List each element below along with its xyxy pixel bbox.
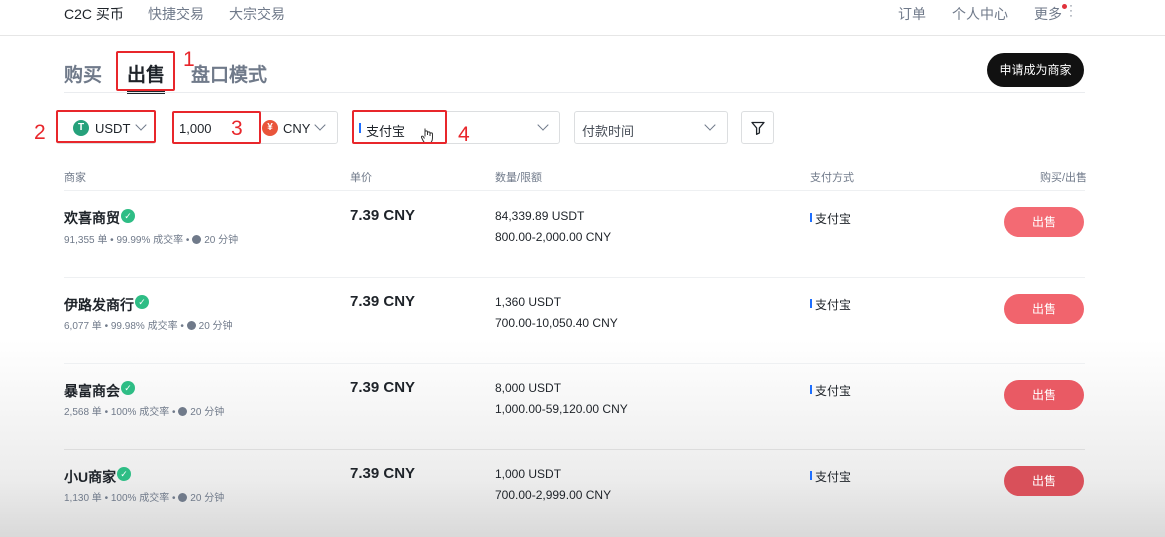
tab-buy[interactable]: 购买 — [64, 60, 102, 87]
verified-badge-icon: ✓ — [121, 381, 135, 395]
header-quantity-limit: 数量/限额 — [495, 172, 543, 184]
unit-price: 7.39 CNY — [350, 207, 416, 224]
clock-icon — [178, 407, 188, 416]
available-quantity: 84,339.89 USDT — [495, 209, 585, 223]
header-action: 购买/出售 — [1040, 172, 1088, 184]
order-limit: 800.00-2,000.00 CNY — [495, 230, 612, 244]
cny-icon: ¥ — [262, 120, 278, 136]
annotation-box-2 — [56, 110, 156, 143]
annotation-number-4: 4 — [458, 123, 470, 146]
annotation-number-1: 1 — [183, 48, 195, 71]
nav-block-trade[interactable]: 大宗交易 — [229, 4, 285, 24]
row-divider — [64, 449, 1085, 450]
verified-badge-icon: ✓ — [117, 467, 131, 481]
nav-orders[interactable]: 订单 — [898, 4, 926, 24]
currency-select-value[interactable]: CNY — [283, 121, 310, 136]
payment-method: 支付宝 — [815, 470, 852, 484]
alipay-mark-icon — [810, 299, 812, 308]
nav-c2c-buy[interactable]: C2C 买币 — [64, 4, 124, 24]
header-price: 单价 — [350, 172, 372, 184]
alipay-mark-icon — [810, 213, 812, 222]
sell-button[interactable]: 出售 — [1004, 294, 1084, 324]
kebab-icon[interactable]: · · · — [1069, 0, 1073, 21]
payment-method: 支付宝 — [815, 298, 852, 312]
merchant-name[interactable]: 伊路发商行 — [64, 295, 134, 315]
merchant-name[interactable]: 暴富商会 — [64, 381, 120, 401]
tab-orderbook-mode[interactable]: 盘口模式 — [191, 60, 267, 87]
header-merchant: 商家 — [64, 172, 86, 184]
nav-quick-trade[interactable]: 快捷交易 — [148, 4, 204, 24]
row-divider — [64, 363, 1085, 364]
chevron-down-icon[interactable] — [314, 119, 326, 131]
unit-price: 7.39 CNY — [350, 379, 416, 396]
annotation-number-2: 2 — [34, 121, 46, 144]
tabs-divider — [64, 92, 1085, 93]
annotation-box-3 — [172, 111, 261, 144]
merchant-stats: 6,077 单 • 99.98% 成交率 • 20 分钟 — [64, 321, 233, 332]
alipay-mark-icon — [810, 471, 812, 480]
unit-price: 7.39 CNY — [350, 293, 416, 310]
header-payment: 支付方式 — [810, 172, 854, 184]
verified-badge-icon: ✓ — [121, 209, 135, 223]
clock-icon — [192, 235, 202, 244]
nav-more[interactable]: 更多 — [1034, 4, 1062, 24]
available-quantity: 1,360 USDT — [495, 295, 562, 309]
top-nav: C2C 买币 快捷交易 大宗交易 订单 个人中心 更多 · · · — [0, 0, 1165, 36]
available-quantity: 8,000 USDT — [495, 381, 562, 395]
merchant-name[interactable]: 欢喜商贸 — [64, 208, 120, 228]
order-limit: 700.00-10,050.40 CNY — [495, 316, 618, 330]
header-divider — [64, 190, 1085, 191]
filter-funnel-icon — [751, 121, 765, 135]
payment-time-placeholder: 付款时间 — [582, 124, 635, 139]
payment-method: 支付宝 — [815, 384, 852, 398]
row-divider — [64, 277, 1085, 278]
merchant-name[interactable]: 小U商家 — [64, 467, 116, 487]
annotation-box-1 — [116, 51, 175, 91]
payment-method: 支付宝 — [815, 212, 852, 226]
clock-icon — [186, 321, 196, 330]
verified-badge-icon: ✓ — [135, 295, 149, 309]
order-limit: 1,000.00-59,120.00 CNY — [495, 402, 628, 416]
chevron-down-icon — [537, 119, 549, 131]
unit-price: 7.39 CNY — [350, 465, 416, 482]
alipay-mark-icon — [810, 385, 812, 394]
annotation-number-3: 3 — [231, 117, 243, 140]
payment-time-select[interactable]: 付款时间 — [574, 111, 728, 144]
sell-button[interactable]: 出售 — [1004, 207, 1084, 237]
sell-button[interactable]: 出售 — [1004, 466, 1084, 496]
merchant-stats: 91,355 单 • 99.99% 成交率 • 20 分钟 — [64, 235, 239, 246]
notification-dot — [1062, 4, 1067, 9]
merchant-stats: 1,130 单 • 100% 成交率 • 20 分钟 — [64, 493, 225, 504]
sell-button[interactable]: 出售 — [1004, 380, 1084, 410]
filter-button[interactable] — [741, 111, 774, 144]
order-limit: 700.00-2,999.00 CNY — [495, 488, 612, 502]
merchant-stats: 2,568 单 • 100% 成交率 • 20 分钟 — [64, 407, 225, 418]
available-quantity: 1,000 USDT — [495, 467, 562, 481]
apply-merchant-button[interactable]: 申请成为商家 — [987, 53, 1084, 87]
chevron-down-icon — [704, 119, 716, 131]
annotation-box-4 — [352, 110, 447, 144]
clock-icon — [178, 493, 188, 502]
nav-profile[interactable]: 个人中心 — [952, 4, 1008, 24]
